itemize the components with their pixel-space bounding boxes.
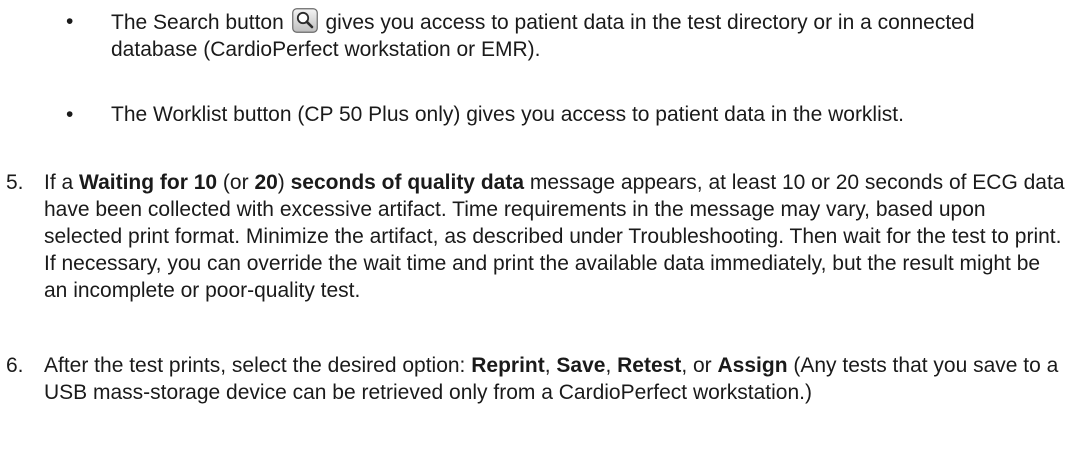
search-icon	[291, 8, 318, 33]
message-number-bold: 20	[254, 171, 278, 194]
text-run: If a	[44, 171, 80, 194]
step-number: 6.	[6, 354, 24, 377]
step-text: After the test prints, select the desire…	[44, 352, 1069, 406]
manual-page: • The Search button gives you access to …	[0, 0, 1070, 461]
bullet-text: The Worklist button (CP 50 Plus only) gi…	[111, 103, 904, 126]
option-retest-bold: Retest	[617, 354, 682, 377]
bullet-symbol: •	[66, 10, 74, 33]
message-name-bold: seconds of quality data	[290, 171, 525, 194]
text-run: ,	[544, 354, 557, 377]
step-number: 5.	[6, 171, 24, 194]
text-run: , or	[681, 354, 718, 377]
text-run: )	[277, 171, 291, 194]
text-run: After the test prints, select the desire…	[44, 354, 472, 377]
message-name-bold: Waiting for 10	[79, 171, 218, 194]
option-reprint-bold: Reprint	[471, 354, 545, 377]
text-run: ,	[605, 354, 618, 377]
option-save-bold: Save	[556, 354, 606, 377]
option-assign-bold: Assign	[717, 354, 788, 377]
step-text: If a Waiting for 10 (or 20) seconds of q…	[44, 169, 1069, 304]
search-text-before: The Search button	[111, 11, 284, 34]
bullet-symbol: •	[66, 103, 74, 126]
bullet-text: The Search button gives you access to pa…	[111, 8, 1061, 63]
text-run: (or	[217, 171, 255, 194]
